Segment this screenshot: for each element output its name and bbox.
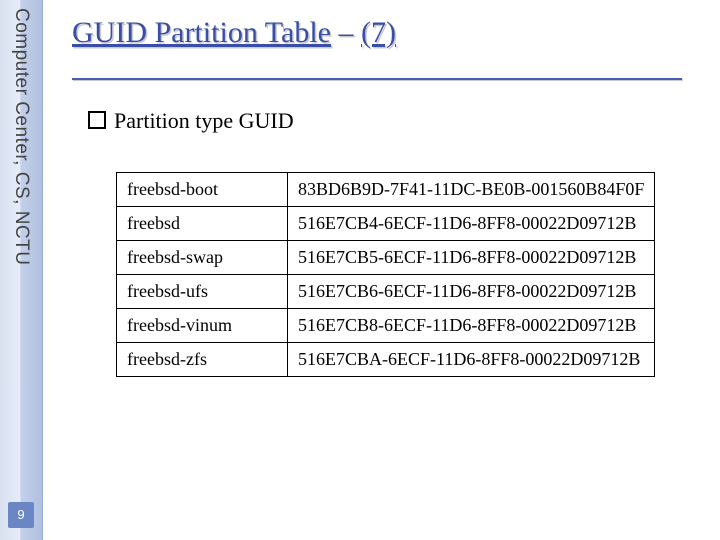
partition-guid: 516E7CB4-6ECF-11D6-8FF8-00022D09712B: [288, 207, 655, 241]
partition-name: freebsd-boot: [117, 173, 288, 207]
table-row: freebsd-vinum 516E7CB8-6ECF-11D6-8FF8-00…: [117, 309, 655, 343]
table-row: freebsd-ufs 516E7CB6-6ECF-11D6-8FF8-0002…: [117, 275, 655, 309]
page-number: 9: [8, 502, 34, 528]
guid-table-body: freebsd-boot 83BD6B9D-7F41-11DC-BE0B-001…: [117, 173, 655, 377]
sidebar-text-wrap: Computer Center, CS, NCTU: [0, 0, 42, 460]
title-suffix: (7): [361, 16, 396, 49]
table-row: freebsd-boot 83BD6B9D-7F41-11DC-BE0B-001…: [117, 173, 655, 207]
slide-title: GUID Partition Table – (7): [72, 16, 396, 50]
table-row: freebsd-zfs 516E7CBA-6ECF-11D6-8FF8-0002…: [117, 343, 655, 377]
sidebar: Computer Center, CS, NCTU 9: [0, 0, 43, 540]
bullet-line: Partition type GUID: [88, 108, 294, 134]
partition-guid: 516E7CBA-6ECF-11D6-8FF8-00022D09712B: [288, 343, 655, 377]
sidebar-affiliation: Computer Center, CS, NCTU: [10, 8, 32, 265]
title-main: GUID Partition Table: [72, 16, 331, 49]
partition-guid: 516E7CB6-6ECF-11D6-8FF8-00022D09712B: [288, 275, 655, 309]
title-underline-rule: [72, 78, 682, 80]
guid-table: freebsd-boot 83BD6B9D-7F41-11DC-BE0B-001…: [116, 172, 655, 377]
partition-name: freebsd-ufs: [117, 275, 288, 309]
content-area: GUID Partition Table – (7) Partition typ…: [62, 0, 720, 540]
partition-guid: 516E7CB5-6ECF-11D6-8FF8-00022D09712B: [288, 241, 655, 275]
partition-guid: 516E7CB8-6ECF-11D6-8FF8-00022D09712B: [288, 309, 655, 343]
title-separator: –: [331, 16, 361, 49]
bullet-square-icon: [88, 111, 106, 129]
bullet-text: Partition type GUID: [114, 108, 294, 133]
partition-name: freebsd-zfs: [117, 343, 288, 377]
partition-name: freebsd-swap: [117, 241, 288, 275]
partition-guid: 83BD6B9D-7F41-11DC-BE0B-001560B84F0F: [288, 173, 655, 207]
table-row: freebsd-swap 516E7CB5-6ECF-11D6-8FF8-000…: [117, 241, 655, 275]
table-row: freebsd 516E7CB4-6ECF-11D6-8FF8-00022D09…: [117, 207, 655, 241]
partition-name: freebsd: [117, 207, 288, 241]
partition-name: freebsd-vinum: [117, 309, 288, 343]
